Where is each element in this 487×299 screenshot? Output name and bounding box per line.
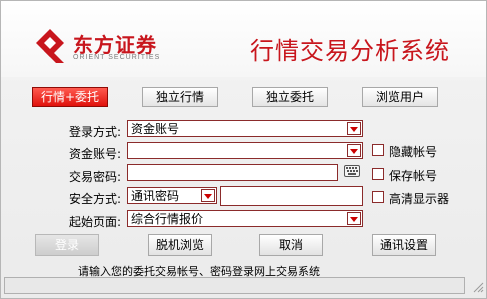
password-label: 交易密码: [68,170,121,184]
app-title: 行情交易分析系统 [250,37,450,65]
login-mode-select[interactable]: 资金账号 [127,120,363,137]
login-mode-value: 资金账号 [131,122,180,136]
keyboard-icon[interactable] [344,165,360,177]
login-button[interactable]: 登录 [35,234,99,256]
security-mode-value: 通讯密码 [131,189,180,203]
start-page-select[interactable]: 综合行情报价 [127,210,363,227]
start-page-label: 起始页面: [68,215,121,229]
account-field[interactable] [127,142,363,159]
chevron-down-icon[interactable] [201,189,215,202]
password-field[interactable] [127,164,338,181]
offline-browse-button[interactable]: 脱机浏览 [148,234,212,256]
security-mode-select[interactable]: 通讯密码 [127,187,217,204]
tab-browse-user[interactable]: 浏览用户 [362,87,438,107]
progress-bar [4,277,465,294]
logo-mark-icon [36,29,64,63]
account-label: 资金账号: [68,147,121,161]
hd-display-checkbox[interactable] [372,191,384,203]
comm-settings-button[interactable]: 通讯设置 [372,234,436,256]
cancel-button[interactable]: 取消 [259,234,323,256]
save-account-label: 保存帐号 [389,169,438,183]
start-page-value: 综合行情报价 [131,212,204,226]
logo-text-en: ORIENT SECURITIES [73,54,161,61]
chevron-down-icon[interactable] [347,144,361,157]
security-input[interactable] [220,186,363,206]
tab-standalone-trade[interactable]: 独立委托 [252,87,328,107]
hide-account-label: 隐藏帐号 [389,145,438,159]
security-label: 安全方式: [68,192,121,206]
tab-standalone-quote[interactable]: 独立行情 [142,87,218,107]
save-account-checkbox[interactable] [372,168,384,180]
resize-grip-icon[interactable] [468,277,484,294]
chevron-down-icon[interactable] [347,212,361,225]
tab-quote-and-trade[interactable]: 行情+委托 [32,87,108,107]
login-mode-label: 登录方式: [68,125,121,139]
hide-account-checkbox[interactable] [372,144,384,156]
header: 东方证券 ORIENT SECURITIES 行情交易分析系统 [1,1,486,77]
chevron-down-icon[interactable] [347,122,361,135]
login-window: 东方证券 ORIENT SECURITIES 行情交易分析系统 行情+委托 独立… [0,0,487,299]
hd-display-label: 高清显示器 [389,192,450,206]
